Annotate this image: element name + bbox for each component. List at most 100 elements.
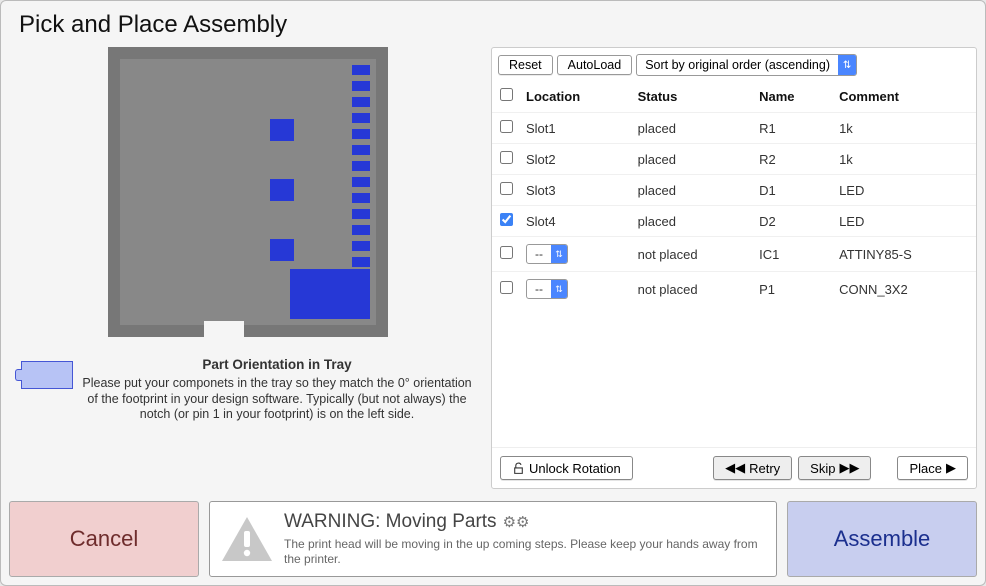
dialog-window: Pick and Place Assembly [0,0,986,586]
cell-name: R2 [759,152,776,167]
cell-name: D1 [759,183,776,198]
cell-status: placed [638,121,676,136]
orientation-heading: Part Orientation in Tray [79,357,475,374]
row-checkbox[interactable] [500,151,513,164]
chevron-down-icon: ⇅ [551,280,567,298]
parts-panel: Reset AutoLoad Sort by original order (a… [491,47,977,489]
retry-label: Retry [749,461,780,476]
row-checkbox[interactable] [500,281,513,294]
tray-slot [352,209,370,219]
unlock-icon [512,462,525,475]
play-icon: ▶ [946,460,956,476]
tray-slot [352,65,370,75]
tray-slot [352,113,370,123]
cell-location: Slot3 [526,183,556,198]
warning-body: The print head will be moving in the up … [284,537,766,567]
gears-icon: ⚙︎⚙︎ [503,513,530,531]
orientation-text: Part Orientation in Tray Please put your… [79,357,475,423]
table-row[interactable]: Slot4 placed D2 LED [492,206,976,237]
tray-slot [352,97,370,107]
tray-slot [352,161,370,171]
chip-orientation-icon [21,361,73,389]
cell-comment: CONN_3X2 [839,282,908,297]
forward-icon: ▶▶ [839,460,859,476]
cell-status: not placed [638,247,698,262]
col-name: Name [753,80,833,113]
warning-icon [220,515,274,563]
tray-panel: Part Orientation in Tray Please put your… [9,47,487,489]
cancel-button[interactable]: Cancel [9,501,199,577]
col-checkbox [492,80,520,113]
parts-table-wrap: Location Status Name Comment Slot1 placed… [492,80,976,447]
row-checkbox[interactable] [500,120,513,133]
dialog-title: Pick and Place Assembly [1,1,985,47]
cell-location: Slot4 [526,214,556,229]
cell-name: IC1 [759,247,779,262]
place-button[interactable]: Place ▶ [897,456,968,480]
warning-panel: WARNING: Moving Parts ⚙︎⚙︎ The print hea… [209,501,777,577]
sort-select-label: Sort by original order (ascending) [637,56,838,74]
action-row: Unlock Rotation ◀◀ Retry Skip ▶▶ Place ▶ [492,447,976,488]
warning-text: WARNING: Moving Parts ⚙︎⚙︎ The print hea… [284,511,766,567]
select-all-checkbox[interactable] [500,88,513,101]
assemble-button[interactable]: Assemble [787,501,977,577]
orientation-body: Please put your componets in the tray so… [82,376,471,421]
main-content: Part Orientation in Tray Please put your… [1,47,985,495]
col-comment: Comment [833,80,976,113]
chevron-down-icon: ⇅ [551,245,567,263]
row-checkbox[interactable] [500,213,513,226]
place-label: Place [909,461,942,476]
cell-name: P1 [759,282,775,297]
skip-label: Skip [810,461,835,476]
table-row[interactable]: Slot2 placed R2 1k [492,144,976,175]
cell-comment: 1k [839,121,853,136]
tray-slot [352,241,370,251]
cell-status: placed [638,152,676,167]
location-select[interactable]: --⇅ [526,279,568,299]
cell-status: placed [638,183,676,198]
cell-name: R1 [759,121,776,136]
table-row[interactable]: Slot3 placed D1 LED [492,175,976,206]
tray-slot [270,179,294,201]
cell-comment: LED [839,183,864,198]
table-row[interactable]: Slot1 placed R1 1k [492,113,976,144]
table-row[interactable]: --⇅ not placed IC1 ATTINY85-S [492,237,976,272]
parts-table: Location Status Name Comment Slot1 placed… [492,80,976,306]
cell-comment: ATTINY85-S [839,247,912,262]
tray-image [108,47,388,337]
table-row[interactable]: --⇅ not placed P1 CONN_3X2 [492,272,976,307]
cell-status: placed [638,214,676,229]
col-status: Status [632,80,753,113]
cell-location: Slot1 [526,121,556,136]
tray-slot [270,119,294,141]
cell-name: D2 [759,214,776,229]
tray-slot [352,177,370,187]
tray-slot [352,81,370,91]
unlock-rotation-label: Unlock Rotation [529,461,621,476]
tray-slot [352,145,370,155]
cell-location: Slot2 [526,152,556,167]
rewind-icon: ◀◀ [725,460,745,476]
location-select[interactable]: --⇅ [526,244,568,264]
skip-button[interactable]: Skip ▶▶ [798,456,871,480]
reset-button[interactable]: Reset [498,55,553,75]
autoload-button[interactable]: AutoLoad [557,55,633,75]
retry-button[interactable]: ◀◀ Retry [713,456,792,480]
warning-heading: WARNING: Moving Parts [284,511,497,533]
tray-slot [352,257,370,267]
tray-slot [352,225,370,235]
cell-comment: LED [839,214,864,229]
col-location: Location [520,80,632,113]
location-select-value: -- [527,281,551,297]
tray-slot [270,239,294,261]
row-checkbox[interactable] [500,246,513,259]
cell-comment: 1k [839,152,853,167]
sort-select[interactable]: Sort by original order (ascending) ⇅ [636,54,857,76]
cell-status: not placed [638,282,698,297]
sort-arrows-icon: ⇅ [838,55,856,75]
footer: Cancel WARNING: Moving Parts ⚙︎⚙︎ The pr… [1,495,985,585]
parts-toolbar: Reset AutoLoad Sort by original order (a… [492,48,976,80]
tray-notch [204,321,244,337]
row-checkbox[interactable] [500,182,513,195]
unlock-rotation-button[interactable]: Unlock Rotation [500,456,633,480]
